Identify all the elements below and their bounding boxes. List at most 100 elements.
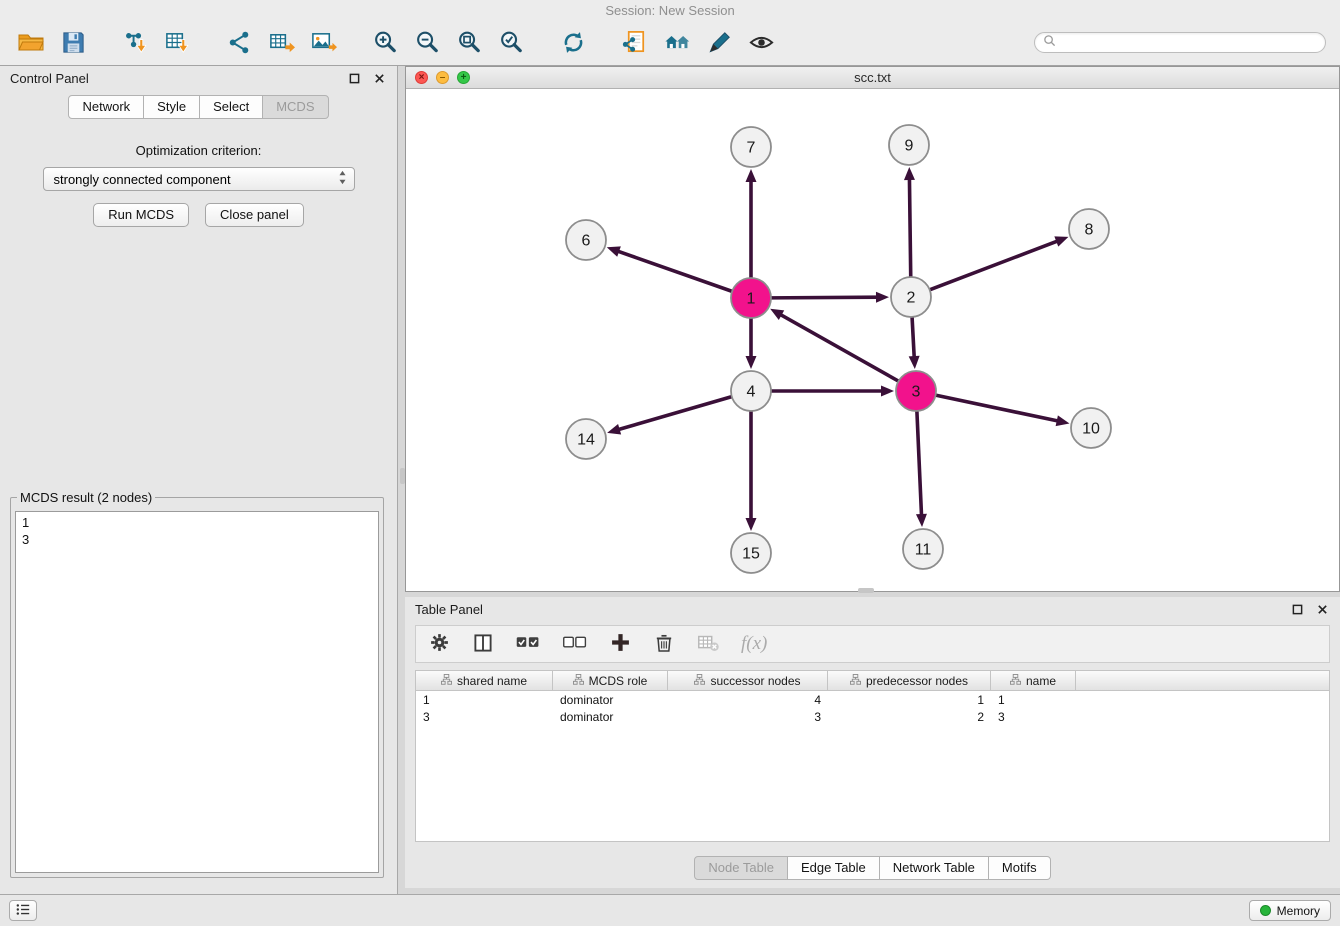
column-header-mcds-role[interactable]: MCDS role [553,671,668,690]
add-row-button[interactable] [609,629,632,659]
zoom-fit-button[interactable] [452,25,486,61]
network-overview-button[interactable] [660,25,694,61]
search-icon [1043,34,1056,52]
table-toolbar: f(x) [415,625,1330,663]
minimize-window-button[interactable]: – [436,71,449,84]
close-panel-icon[interactable] [372,71,387,86]
column-header-successor-nodes[interactable]: successor nodes [668,671,828,690]
edge-3-1[interactable] [770,309,898,381]
import-table-button[interactable] [160,25,194,61]
deselect-all-button[interactable] [562,629,588,659]
float-table-panel-icon[interactable] [1290,602,1305,617]
tab-motifs[interactable]: Motifs [988,856,1051,880]
table-row[interactable]: 1dominator411 [416,691,1329,708]
table-cell-name[interactable]: 1 [991,691,1076,708]
save-session-button[interactable] [56,25,90,61]
close-window-button[interactable]: × [415,71,428,84]
table-cell-shared-name[interactable]: 1 [416,691,553,708]
close-panel-button[interactable]: Close panel [205,203,304,227]
vertical-splitter-handle[interactable] [400,468,405,484]
tab-node-table[interactable]: Node Table [694,856,788,880]
table-cell-name[interactable]: 3 [991,708,1076,725]
edge-3-11[interactable] [916,411,927,527]
table-cell-successor-nodes[interactable]: 4 [668,691,828,708]
table-cell-mcds-role[interactable]: dominator [553,691,668,708]
open-session-icon [17,29,45,57]
export-image-button[interactable] [306,25,340,61]
zoom-window-button[interactable]: + [457,71,470,84]
edge-2-9[interactable] [904,167,915,277]
edge-3-10[interactable] [936,395,1070,426]
column-header-shared-name[interactable]: shared name [416,671,553,690]
delete-row-button[interactable] [653,629,675,659]
edge-4-3[interactable] [771,386,894,397]
run-mcds-button[interactable]: Run MCDS [93,203,189,227]
tab-select[interactable]: Select [199,95,263,119]
edge-2-8[interactable] [930,236,1069,290]
task-history-button[interactable] [9,900,37,921]
tab-network[interactable]: Network [68,95,144,119]
node-6[interactable]: 6 [566,220,606,260]
float-panel-icon[interactable] [347,71,362,86]
apply-style-button[interactable] [702,25,736,61]
node-10[interactable]: 10 [1071,408,1111,448]
edge-1-4[interactable] [746,318,757,369]
node-8[interactable]: 8 [1069,209,1109,249]
show-graphics-details-button[interactable] [618,25,652,61]
horizontal-splitter-handle[interactable] [858,588,874,593]
tab-edge-table[interactable]: Edge Table [787,856,880,880]
column-header-label: successor nodes [710,674,800,688]
open-session-button[interactable] [14,25,48,61]
network-canvas[interactable]: 7 9 6 8 1 2 4 3 14 10 15 11 [406,89,1339,591]
memory-status-button[interactable]: Memory [1249,900,1331,921]
close-table-panel-icon[interactable] [1315,602,1330,617]
import-network-button[interactable] [118,25,152,61]
table-cell-successor-nodes[interactable]: 3 [668,708,828,725]
edge-1-2[interactable] [771,292,889,303]
column-layout-button[interactable] [472,629,494,659]
control-panel-title: Control Panel [10,71,89,86]
settings-gear-button[interactable] [428,629,451,659]
edge-4-15[interactable] [746,411,757,531]
toggle-details-button[interactable] [744,25,778,61]
edge-1-6[interactable] [607,246,732,291]
optimization-criterion-dropdown[interactable]: strongly connected component [43,167,355,191]
node-7[interactable]: 7 [731,127,771,167]
export-network-button[interactable] [222,25,256,61]
tab-network-table[interactable]: Network Table [879,856,989,880]
table-cell-predecessor-nodes[interactable]: 2 [828,708,991,725]
node-1[interactable]: 1 [731,278,771,318]
node-11[interactable]: 11 [903,529,943,569]
node-4[interactable]: 4 [731,371,771,411]
function-builder-icon: f(x) [741,633,767,655]
table-row[interactable]: 3dominator323 [416,708,1329,725]
zoom-selected-button[interactable] [494,25,528,61]
node-2[interactable]: 2 [891,277,931,317]
node-9[interactable]: 9 [889,125,929,165]
export-table-button[interactable] [264,25,298,61]
tab-style[interactable]: Style [143,95,200,119]
edge-4-14[interactable] [607,397,732,435]
import-network-icon [122,29,149,56]
node-14[interactable]: 14 [566,419,606,459]
search-box[interactable] [1034,32,1326,53]
node-3[interactable]: 3 [896,371,936,411]
search-input[interactable] [1061,36,1317,50]
table-cell-predecessor-nodes[interactable]: 1 [828,691,991,708]
table-cell-shared-name[interactable]: 3 [416,708,553,725]
edge-1-7[interactable] [746,169,757,278]
column-header-predecessor-nodes[interactable]: predecessor nodes [828,671,991,690]
select-all-button[interactable] [515,629,541,659]
table-cell-mcds-role[interactable]: dominator [553,708,668,725]
mcds-result-text[interactable]: 1 3 [15,511,379,873]
tab-mcds[interactable]: MCDS [262,95,328,119]
window-titlebar[interactable]: Session: New Session [0,0,1340,20]
edge-2-3[interactable] [909,317,920,369]
node-15[interactable]: 15 [731,533,771,573]
column-header-name[interactable]: name [991,671,1076,690]
zoom-in-button[interactable] [368,25,402,61]
zoom-out-button[interactable] [410,25,444,61]
zoom-selected-icon [498,29,525,56]
apply-layout-button[interactable] [556,25,590,61]
network-window-titlebar[interactable]: × – + scc.txt [406,67,1339,89]
